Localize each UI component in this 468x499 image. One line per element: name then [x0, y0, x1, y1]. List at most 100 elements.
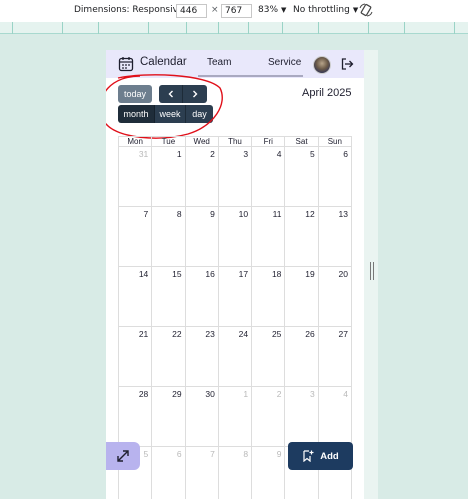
- day-number[interactable]: 6: [343, 149, 348, 159]
- zoom-dropdown[interactable]: 83% ▼: [258, 5, 286, 15]
- day-number[interactable]: 18: [272, 269, 281, 279]
- height-input[interactable]: 767: [221, 4, 252, 18]
- day-number[interactable]: 24: [239, 329, 248, 339]
- day-number[interactable]: 8: [177, 209, 182, 219]
- day-cell[interactable]: 30: [186, 387, 219, 446]
- day-number[interactable]: 22: [172, 329, 181, 339]
- day-cell[interactable]: 4: [319, 387, 352, 446]
- avatar[interactable]: [313, 56, 331, 74]
- day-number[interactable]: 5: [144, 449, 149, 459]
- day-number[interactable]: 7: [210, 449, 215, 459]
- day-cell[interactable]: 22: [152, 327, 186, 386]
- day-number[interactable]: 12: [305, 209, 314, 219]
- day-number[interactable]: 21: [139, 329, 148, 339]
- day-cell[interactable]: 28: [119, 387, 153, 446]
- expand-button[interactable]: [106, 442, 140, 470]
- day-cell[interactable]: 20: [319, 267, 352, 326]
- day-number[interactable]: 6: [177, 449, 182, 459]
- day-cell[interactable]: 21: [119, 327, 153, 386]
- day-cell[interactable]: 10: [219, 207, 253, 266]
- day-number[interactable]: 20: [339, 269, 348, 279]
- day-number[interactable]: 7: [144, 209, 149, 219]
- day-cell[interactable]: 2: [252, 387, 286, 446]
- throttling-dropdown[interactable]: No throttling ▼: [293, 5, 358, 15]
- day-cell[interactable]: 16: [186, 267, 219, 326]
- day-cell[interactable]: 19: [285, 267, 319, 326]
- view-week-button[interactable]: week: [155, 105, 186, 123]
- nav-item-service[interactable]: Service: [268, 57, 301, 68]
- day-number[interactable]: 29: [172, 389, 181, 399]
- day-number[interactable]: 3: [310, 389, 315, 399]
- day-cell[interactable]: 31: [119, 147, 153, 206]
- day-cell[interactable]: 25: [252, 327, 286, 386]
- day-number[interactable]: 1: [243, 389, 248, 399]
- day-cell[interactable]: 9: [252, 447, 286, 499]
- nav-item-team[interactable]: Team: [207, 57, 231, 68]
- day-number[interactable]: 3: [243, 149, 248, 159]
- day-number[interactable]: 26: [305, 329, 314, 339]
- day-number[interactable]: 10: [239, 209, 248, 219]
- width-input[interactable]: 446: [176, 4, 207, 18]
- resize-handle[interactable]: [370, 262, 376, 280]
- day-cell[interactable]: 11: [252, 207, 286, 266]
- day-cell[interactable]: 26: [285, 327, 319, 386]
- day-cell[interactable]: 17: [219, 267, 253, 326]
- day-number[interactable]: 25: [272, 329, 281, 339]
- day-cell[interactable]: 27: [319, 327, 352, 386]
- day-number[interactable]: 4: [277, 149, 282, 159]
- day-cell[interactable]: 18: [252, 267, 286, 326]
- today-button[interactable]: today: [118, 85, 152, 103]
- day-cell[interactable]: 1: [152, 147, 186, 206]
- day-cell[interactable]: 24: [219, 327, 253, 386]
- day-cell[interactable]: 7: [119, 207, 153, 266]
- day-cell[interactable]: 23: [186, 327, 219, 386]
- day-number[interactable]: 19: [305, 269, 314, 279]
- day-cell[interactable]: 29: [152, 387, 186, 446]
- day-cell[interactable]: 15: [152, 267, 186, 326]
- day-number[interactable]: 13: [339, 209, 348, 219]
- day-number[interactable]: 23: [205, 329, 214, 339]
- day-number[interactable]: 11: [273, 209, 282, 219]
- day-cell[interactable]: 6: [152, 447, 186, 499]
- prev-button[interactable]: [159, 85, 183, 103]
- day-number[interactable]: 8: [243, 449, 248, 459]
- day-cell[interactable]: 1: [219, 387, 253, 446]
- add-button[interactable]: Add: [288, 442, 353, 470]
- day-number[interactable]: 17: [239, 269, 248, 279]
- day-number[interactable]: 27: [339, 329, 348, 339]
- day-number[interactable]: 30: [205, 389, 214, 399]
- brand-title[interactable]: Calendar: [140, 56, 187, 68]
- day-number[interactable]: 9: [277, 449, 282, 459]
- next-button[interactable]: [183, 85, 207, 103]
- day-cell[interactable]: 8: [152, 207, 186, 266]
- day-number[interactable]: 14: [139, 269, 148, 279]
- day-cell[interactable]: 4: [252, 147, 286, 206]
- day-cell[interactable]: 2: [186, 147, 219, 206]
- day-number[interactable]: 4: [343, 389, 348, 399]
- day-cell[interactable]: 6: [319, 147, 352, 206]
- logout-icon[interactable]: [340, 57, 354, 71]
- view-month-button[interactable]: month: [118, 105, 155, 123]
- day-number[interactable]: 1: [177, 149, 182, 159]
- day-cell[interactable]: 5: [285, 147, 319, 206]
- day-cell[interactable]: 12: [285, 207, 319, 266]
- day-cell[interactable]: 9: [186, 207, 219, 266]
- day-cell[interactable]: 3: [285, 387, 319, 446]
- day-cell[interactable]: 3: [219, 147, 253, 206]
- day-cell[interactable]: 14: [119, 267, 153, 326]
- day-number[interactable]: 5: [310, 149, 315, 159]
- day-number[interactable]: 2: [210, 149, 215, 159]
- day-number[interactable]: 28: [139, 389, 148, 399]
- day-number[interactable]: 9: [210, 209, 215, 219]
- day-number[interactable]: 2: [277, 389, 282, 399]
- weekday-header: Fri: [252, 137, 286, 146]
- day-cell[interactable]: 7: [186, 447, 219, 499]
- day-cell[interactable]: 8: [219, 447, 253, 499]
- view-day-button[interactable]: day: [186, 105, 213, 123]
- dimensions-dropdown[interactable]: Dimensions: Responsive▼: [74, 5, 192, 15]
- day-number[interactable]: 16: [205, 269, 214, 279]
- rotate-icon[interactable]: [358, 2, 374, 18]
- day-number[interactable]: 15: [172, 269, 181, 279]
- day-number[interactable]: 31: [139, 149, 148, 159]
- day-cell[interactable]: 13: [319, 207, 352, 266]
